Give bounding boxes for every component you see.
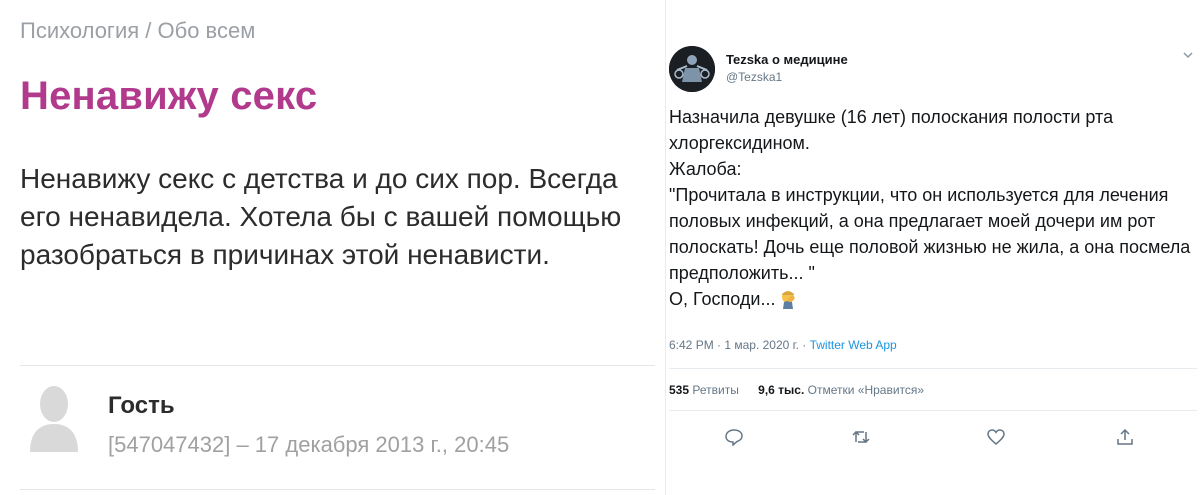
profile-avatar[interactable]	[669, 46, 715, 92]
thread-body: Ненавижу секс с детства и до сих пор. Вс…	[20, 163, 622, 270]
post-divider-top	[20, 365, 660, 366]
facepalm-emoji-icon	[782, 291, 796, 309]
like-icon[interactable]	[986, 428, 1006, 446]
guest-avatar-icon	[30, 386, 78, 452]
tweet-text-content: Назначила девушке (16 лет) полоскания по…	[669, 107, 1191, 309]
stats-divider-top	[669, 368, 1197, 369]
likes-stat[interactable]: 9,6 тыс. Отметки «Нравится»	[758, 383, 924, 397]
thread-title: Ненавижу секс	[20, 74, 318, 118]
tweet-card: Tezska о медицине @Tezska1 Назначила дев…	[665, 0, 1200, 495]
post-author[interactable]: Гость	[108, 392, 175, 420]
reply-icon[interactable]	[724, 428, 744, 446]
post-meta: [547047432] – 17 декабря 2013 г., 20:45	[108, 432, 510, 457]
breadcrumb-separator: /	[139, 18, 158, 43]
source-app-link[interactable]: Twitter Web App	[810, 338, 897, 352]
profile-image-icon	[669, 46, 715, 92]
user-handle[interactable]: @Tezska1	[726, 70, 782, 84]
display-name[interactable]: Tezska о медицине	[726, 52, 848, 67]
chevron-down-icon[interactable]	[1181, 48, 1195, 62]
stats-divider-bottom	[669, 410, 1197, 411]
retweets-count: 535	[669, 383, 690, 397]
breadcrumb-section[interactable]: Психология	[20, 18, 139, 43]
breadcrumb-subsection[interactable]: Обо всем	[158, 18, 256, 43]
retweet-icon[interactable]	[851, 428, 871, 446]
likes-count: 9,6 тыс.	[758, 383, 805, 397]
timestamp-text: 6:42 PM · 1 мар. 2020 г. ·	[669, 338, 810, 352]
forum-panel: Психология / Обо всем Ненавижу секс Нена…	[0, 0, 660, 495]
tweet-text: Назначила девушке (16 лет) полоскания по…	[669, 104, 1197, 312]
retweets-label: Ретвиты	[689, 383, 739, 397]
tweet-timestamp: 6:42 PM · 1 мар. 2020 г. · Twitter Web A…	[669, 338, 897, 352]
panel-divider	[655, 0, 665, 495]
share-icon[interactable]	[1115, 428, 1135, 446]
post-divider-bottom	[20, 489, 660, 490]
likes-label: Отметки «Нравится»	[804, 383, 925, 397]
retweets-stat[interactable]: 535 Ретвиты	[669, 383, 739, 397]
breadcrumb: Психология / Обо всем	[20, 18, 255, 44]
tweet-stats: 535 Ретвиты 9,6 тыс. Отметки «Нравится»	[669, 383, 924, 397]
